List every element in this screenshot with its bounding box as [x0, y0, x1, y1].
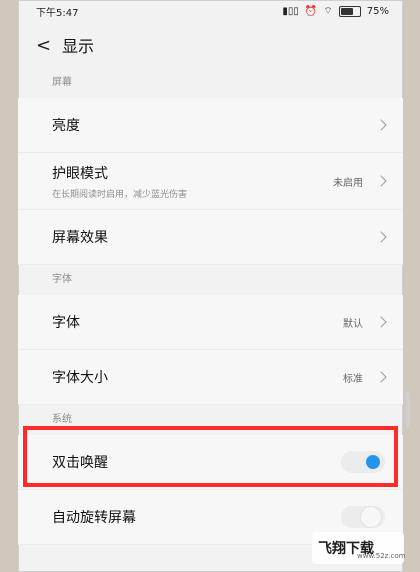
status-time: 下午5:47 [36, 7, 79, 19]
setting-subtitle: 在长期阅读时启用，减少蓝光伤害 [52, 189, 188, 200]
setting-screen-effect[interactable]: 屏幕效果 [18, 210, 403, 265]
setting-font[interactable]: 字体 默认 [18, 295, 403, 350]
setting-brightness[interactable]: 亮度 [18, 98, 403, 153]
signal-icon: ▮▯▯ [282, 5, 299, 17]
setting-title: 护眼模式 [52, 165, 108, 182]
setting-value: 默认 [343, 318, 363, 330]
setting-font-size[interactable]: 字体大小 标准 [18, 350, 403, 405]
page-header: < 显示 [18, 22, 403, 68]
chevron-right-icon [375, 231, 387, 243]
toggle-knob [361, 507, 381, 527]
page-title: 显示 [62, 37, 95, 56]
section-label-font: 字体 [52, 274, 72, 285]
back-icon[interactable]: < [36, 35, 62, 56]
chevron-right-icon [375, 175, 387, 187]
setting-title: 字体 [52, 315, 80, 331]
chevron-right-icon [375, 316, 387, 328]
watermark: 飞翔下载 www.52z.com [312, 532, 406, 564]
section-label-screen: 屏幕 [52, 77, 72, 88]
highlight-box [23, 426, 398, 487]
alarm-icon: ⏰ [304, 5, 318, 17]
chevron-right-icon [375, 119, 387, 131]
setting-value: 未启用 [333, 177, 363, 189]
setting-eye-protection[interactable]: 护眼模式 在长期阅读时启用，减少蓝光伤害 未启用 [18, 153, 403, 210]
setting-title: 亮度 [52, 118, 80, 134]
chevron-right-icon [375, 371, 387, 383]
setting-title: 字体大小 [52, 370, 108, 386]
battery-icon [338, 5, 361, 17]
status-bar: 下午5:47 ▮▯▯ ⏰ ⌔ 75% [18, 0, 403, 22]
wifi-icon: ⌔ [323, 5, 333, 17]
watermark-url: www.52z.com [357, 552, 406, 560]
auto-rotate-toggle[interactable] [341, 506, 385, 528]
setting-value: 标准 [343, 373, 363, 385]
phone-bezel-left [0, 0, 18, 572]
scrollbar[interactable] [406, 392, 410, 427]
battery-percent: 75% [366, 5, 389, 17]
status-icons: ▮▯▯ ⏰ ⌔ 75% [282, 5, 389, 18]
setting-title: 自动旋转屏幕 [52, 510, 136, 526]
setting-title: 屏幕效果 [52, 230, 108, 246]
battery-level [340, 7, 353, 15]
phone-bezel-right [403, 0, 420, 572]
